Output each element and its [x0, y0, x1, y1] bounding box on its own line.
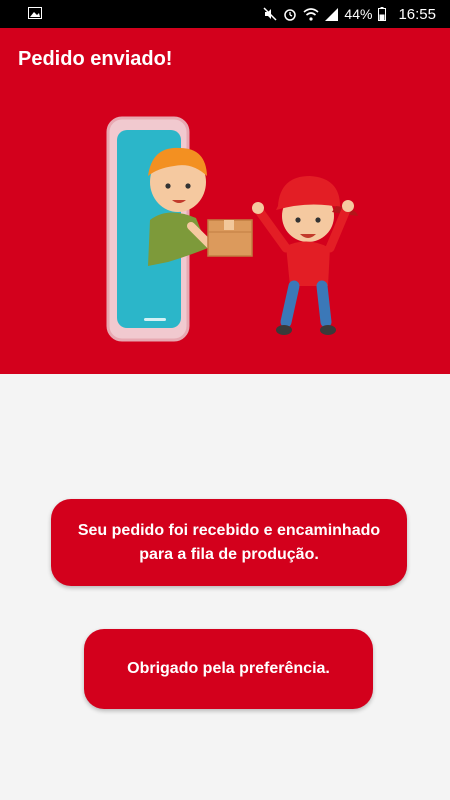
mute-icon [263, 7, 277, 21]
status-bar: 44% 16:55 [0, 0, 450, 28]
content-area: Seu pedido foi recebido e encaminhado pa… [0, 374, 450, 800]
wifi-icon [303, 7, 319, 21]
thanks-message: Obrigado pela preferência. [84, 629, 373, 709]
signal-icon [325, 7, 339, 21]
battery-icon [378, 7, 387, 21]
image-notification-icon [28, 6, 42, 22]
order-received-message: Seu pedido foi recebido e encaminhado pa… [51, 499, 407, 586]
status-time: 16:55 [398, 5, 436, 23]
battery-text: 44% [344, 6, 373, 22]
alarm-icon [283, 7, 297, 21]
page-title: Pedido enviado! [18, 48, 173, 70]
delivery-illustration [96, 108, 366, 363]
header-banner: Pedido enviado! [0, 28, 450, 374]
